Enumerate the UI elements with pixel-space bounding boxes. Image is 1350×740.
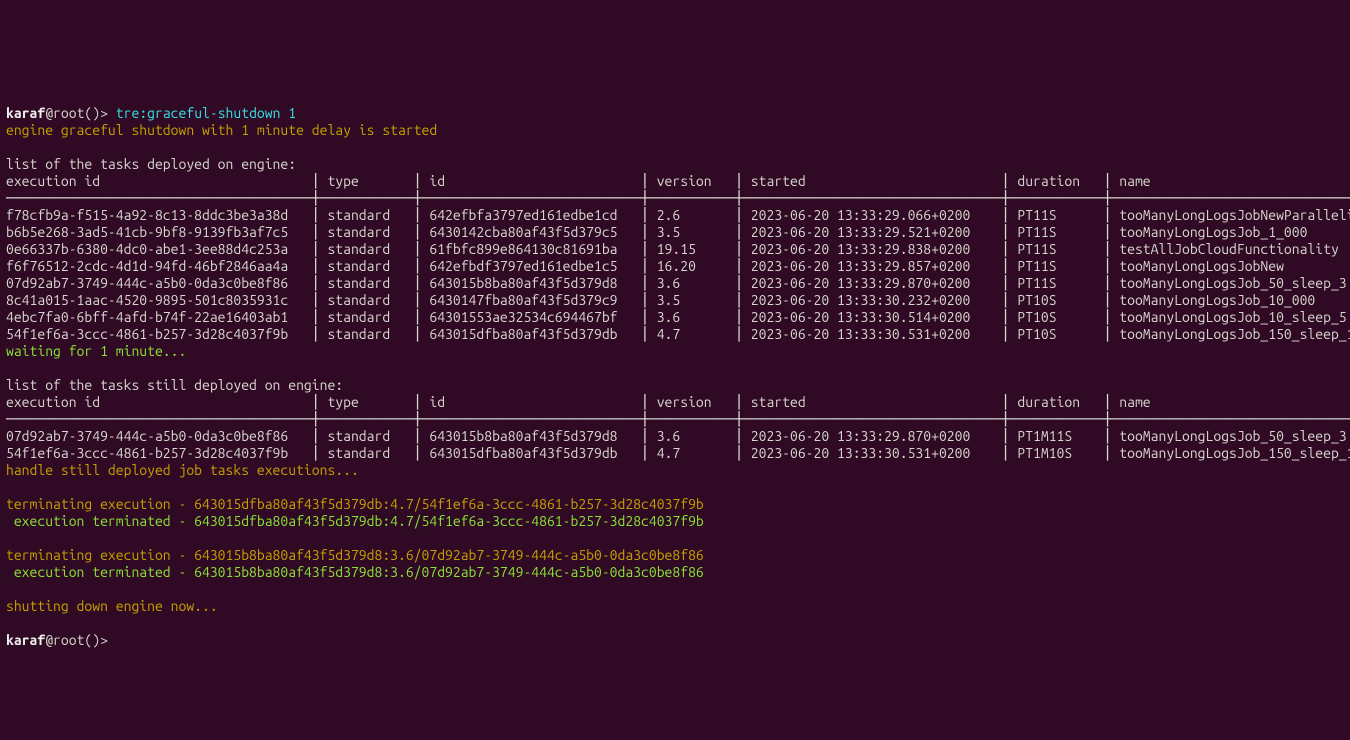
prompt-line: karaf@root()> tre:graceful-shutdown 1 — [6, 105, 296, 121]
table-row: f6f76512-2cdc-4d1d-94fd-46bf2846aa4a │ s… — [6, 258, 1284, 274]
table-row: 54f1ef6a-3ccc-4861-b257-3d28c4037f9b │ s… — [6, 326, 1350, 342]
execution-terminated-2: execution terminated - 643015b8ba80af43f… — [6, 564, 704, 580]
handle-message: handle still deployed job tasks executio… — [6, 462, 359, 478]
table-row: f78cfb9a-f515-4a92-8c13-8ddc3be3a38d │ s… — [6, 207, 1350, 223]
prompt-host: root — [53, 632, 84, 648]
table-1-header: execution id │ type │ id │ version │ sta… — [6, 173, 1151, 189]
table-row: 4ebc7fa0-6bff-4afd-b74f-22ae16403ab1 │ s… — [6, 309, 1347, 325]
table-1-body: f78cfb9a-f515-4a92-8c13-8ddc3be3a38d │ s… — [6, 207, 1350, 342]
shutting-down-message: shutting down engine now... — [6, 598, 218, 614]
command-arg: 1 — [288, 105, 296, 121]
prompt-at: @ — [45, 632, 53, 648]
prompt-space — [108, 105, 116, 121]
table-row: 07d92ab7-3749-444c-a5b0-0da3c0be8f86 │ s… — [6, 275, 1347, 291]
execution-terminated-1: execution terminated - 643015dfba80af43f… — [6, 513, 704, 529]
table-1-separator: ───────────────────────────────────────┼… — [6, 190, 1350, 206]
table-2-body: 07d92ab7-3749-444c-a5b0-0da3c0be8f86 │ s… — [6, 428, 1350, 461]
table-2-header: execution id │ type │ id │ version │ sta… — [6, 394, 1151, 410]
table-row: b6b5e268-3ad5-41cb-9bf8-9139fb3af7c5 │ s… — [6, 224, 1307, 240]
table-row: 07d92ab7-3749-444c-a5b0-0da3c0be8f86 │ s… — [6, 428, 1347, 444]
list-heading-1: list of the tasks deployed on engine: — [6, 156, 296, 172]
table-row: 8c41a015-1aac-4520-9895-501c8035931c │ s… — [6, 292, 1315, 308]
list-heading-2: list of the tasks still deployed on engi… — [6, 377, 343, 393]
prompt-host: root — [53, 105, 84, 121]
prompt-line-end[interactable]: karaf@root()> — [6, 632, 108, 648]
command-text: tre:graceful-shutdown — [116, 105, 281, 121]
prompt-suffix: ()> — [84, 632, 108, 648]
prompt-suffix: ()> — [84, 105, 108, 121]
prompt-user: karaf — [6, 632, 45, 648]
prompt-at: @ — [45, 105, 53, 121]
terminating-execution-2: terminating execution - 643015b8ba80af43… — [6, 547, 704, 563]
table-2-separator: ───────────────────────────────────────┼… — [6, 411, 1350, 427]
table-row: 54f1ef6a-3ccc-4861-b257-3d28c4037f9b │ s… — [6, 445, 1350, 461]
table-row: 0e66337b-6380-4dc0-abe1-3ee88d4c253a │ s… — [6, 241, 1339, 257]
waiting-message: waiting for 1 minute... — [6, 343, 186, 359]
terminating-execution-1: terminating execution - 643015dfba80af43… — [6, 496, 704, 512]
prompt-user: karaf — [6, 105, 45, 121]
start-message: engine graceful shutdown with 1 minute d… — [6, 122, 437, 138]
terminal[interactable]: karaf@root()> tre:graceful-shutdown 1 en… — [0, 85, 1350, 655]
